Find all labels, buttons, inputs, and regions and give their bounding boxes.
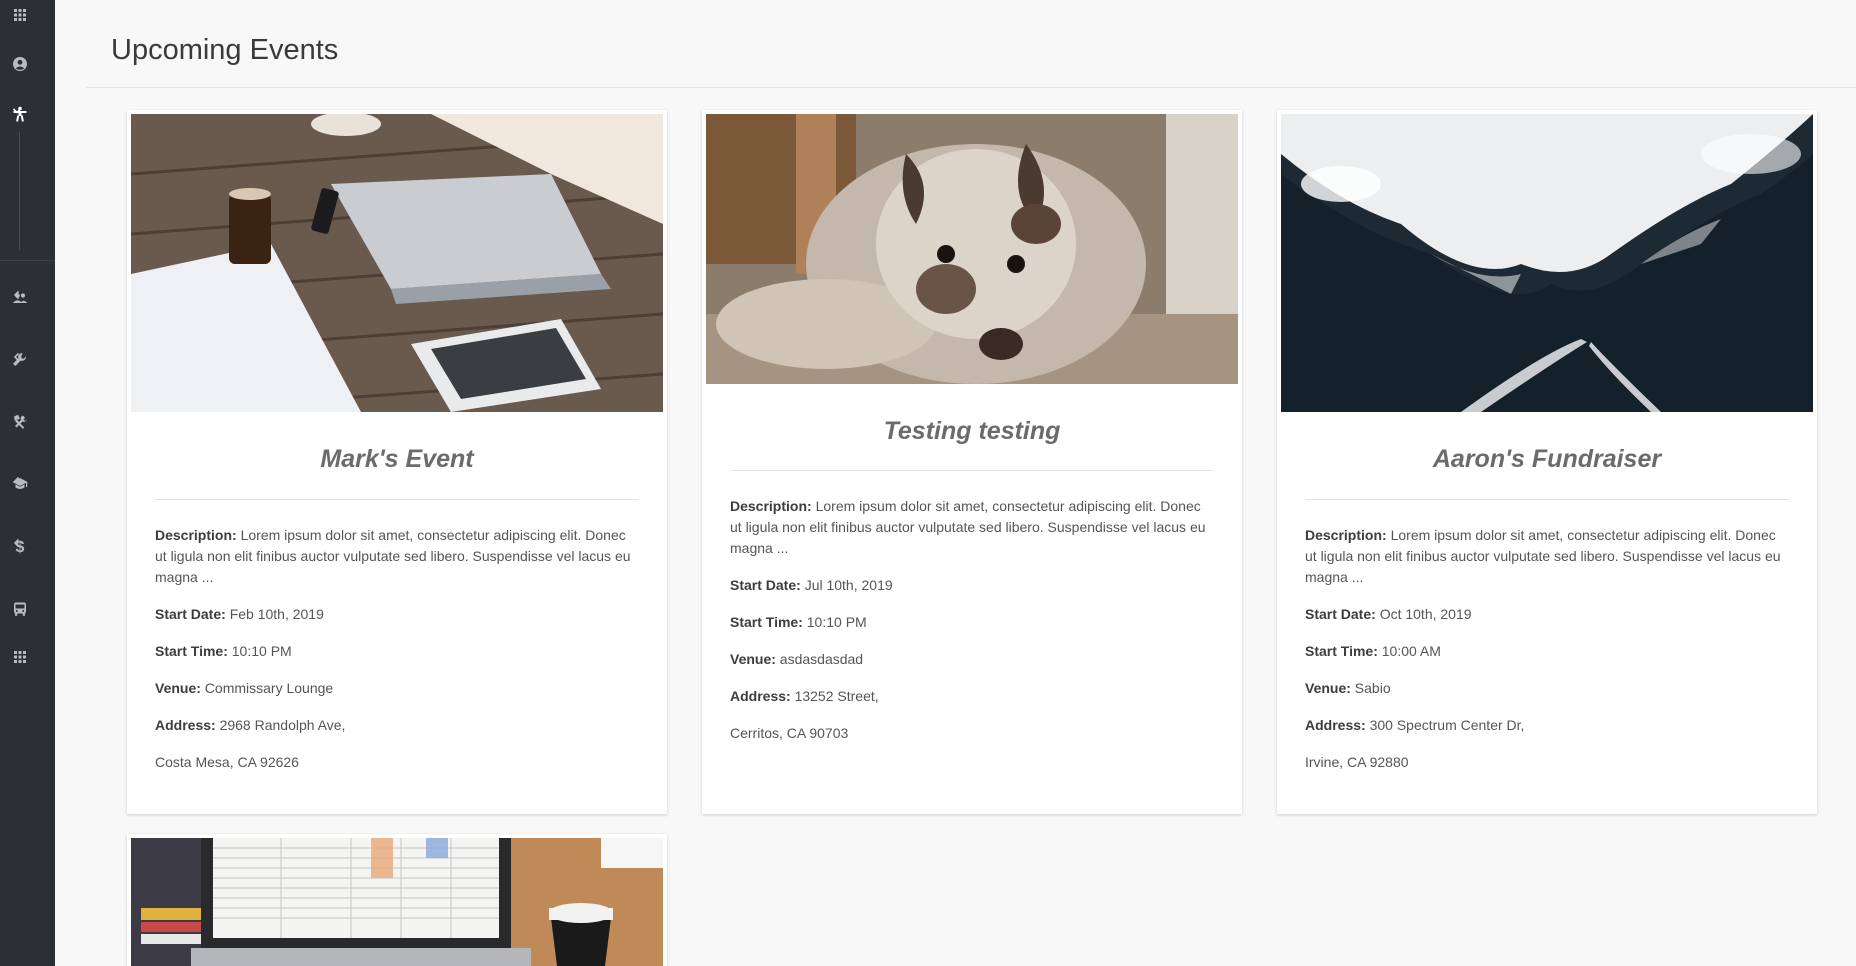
bus-icon bbox=[14, 602, 26, 616]
apps-grid-icon bbox=[14, 9, 26, 21]
sidebar-item-wrench[interactable] bbox=[0, 345, 55, 375]
event-address-city: Irvine, CA 92880 bbox=[1305, 754, 1409, 770]
chevron-left-icon bbox=[13, 414, 20, 424]
event-title[interactable]: Aaron's Fundraiser bbox=[1277, 445, 1817, 474]
sidebar-item-account[interactable] bbox=[0, 49, 55, 79]
event-details: Description: Lorem ipsum dolor sit amet,… bbox=[1305, 525, 1789, 789]
event-address: Address: 13252 Street, bbox=[730, 688, 879, 704]
event-title[interactable]: Mark's Event bbox=[127, 445, 667, 474]
event-description: Description: Lorem ipsum dolor sit amet,… bbox=[155, 527, 631, 585]
event-card[interactable]: Mark's Event Description: Lorem ipsum do… bbox=[127, 110, 667, 814]
event-card[interactable]: Testing testing Description: Lorem ipsum… bbox=[702, 110, 1242, 814]
event-card[interactable]: Aaron's Fundraiser Description: Lorem ip… bbox=[1277, 110, 1817, 814]
event-start-date: Start Date: Oct 10th, 2019 bbox=[1305, 606, 1472, 622]
event-address: Address: 2968 Randolph Ave, bbox=[155, 717, 346, 733]
event-title[interactable]: Testing testing bbox=[702, 417, 1242, 446]
chevron-down-icon bbox=[12, 108, 22, 114]
chevron-left-icon bbox=[13, 352, 20, 362]
main-content: Upcoming Events Mark's Event Description… bbox=[55, 0, 1856, 966]
chevron-left-icon bbox=[13, 290, 20, 300]
event-start-date: Start Date: Feb 10th, 2019 bbox=[155, 606, 324, 622]
sidebar: $ bbox=[0, 0, 55, 966]
account-circle-icon bbox=[13, 57, 27, 71]
event-description: Description: Lorem ipsum dolor sit amet,… bbox=[1305, 527, 1781, 585]
event-details: Description: Lorem ipsum dolor sit amet,… bbox=[730, 496, 1214, 760]
event-venue: Venue: Sabio bbox=[1305, 680, 1391, 696]
sidebar-item-education[interactable] bbox=[0, 469, 55, 499]
chevron-left-icon bbox=[13, 476, 20, 486]
event-start-date: Start Date: Jul 10th, 2019 bbox=[730, 577, 893, 593]
sidebar-item-tools[interactable] bbox=[0, 407, 55, 437]
event-address-city: Cerritos, CA 90703 bbox=[730, 725, 849, 741]
event-details: Description: Lorem ipsum dolor sit amet,… bbox=[155, 525, 639, 789]
apps-grid-icon bbox=[14, 651, 26, 663]
sidebar-divider bbox=[0, 260, 55, 261]
event-image-spreadsheet-laptop bbox=[131, 838, 663, 966]
event-image-puppy bbox=[706, 114, 1238, 384]
event-image-mountains bbox=[1281, 114, 1813, 412]
event-venue: Venue: Commissary Lounge bbox=[155, 680, 334, 696]
sidebar-item-apps-2[interactable] bbox=[0, 642, 55, 672]
event-address-city: Costa Mesa, CA 92626 bbox=[155, 754, 299, 770]
sidebar-item-people[interactable] bbox=[0, 283, 55, 313]
page-title: Upcoming Events bbox=[111, 34, 339, 66]
sidebar-item-apps[interactable] bbox=[0, 0, 55, 30]
submenu-line bbox=[19, 132, 20, 250]
chevron-left-icon bbox=[13, 538, 20, 548]
sidebar-item-transport[interactable] bbox=[0, 594, 55, 624]
event-start-time: Start Time: 10:00 AM bbox=[1305, 643, 1441, 659]
title-divider bbox=[730, 470, 1214, 471]
title-divider bbox=[155, 499, 639, 500]
event-start-time: Start Time: 10:10 PM bbox=[730, 614, 867, 630]
event-image-laptop-coffee bbox=[131, 114, 663, 412]
title-divider bbox=[1305, 499, 1789, 500]
event-description: Description: Lorem ipsum dolor sit amet,… bbox=[730, 498, 1206, 556]
sidebar-item-accessibility[interactable] bbox=[0, 99, 55, 129]
event-address: Address: 300 Spectrum Center Dr, bbox=[1305, 717, 1525, 733]
event-start-time: Start Time: 10:10 PM bbox=[155, 643, 292, 659]
event-card[interactable] bbox=[127, 834, 667, 966]
event-venue: Venue: asdasdasdad bbox=[730, 651, 864, 667]
sidebar-item-finance[interactable]: $ bbox=[0, 531, 55, 561]
header-divider bbox=[86, 87, 1856, 88]
